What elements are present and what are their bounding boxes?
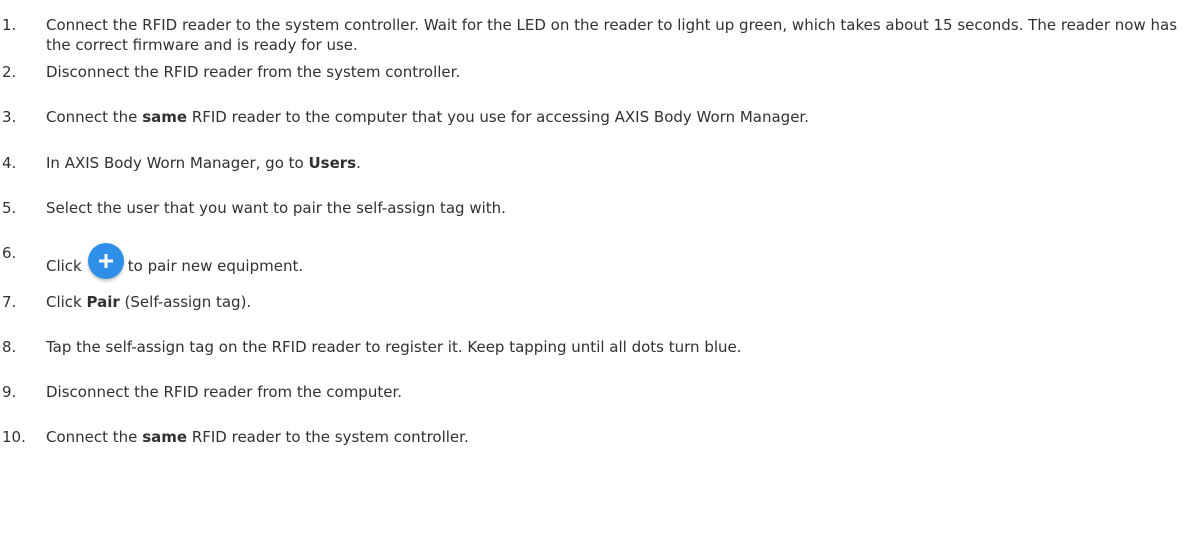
step-text: Tap the self-assign tag on the RFID read… — [46, 337, 1186, 357]
ui-term: Users — [308, 154, 357, 172]
text-run: Connect the — [46, 108, 143, 126]
text-run: (Self-assign tag). — [119, 293, 252, 311]
ui-term: same — [142, 428, 188, 446]
text-run: Connect the RFID reader to the system co… — [46, 16, 1178, 54]
text-run: Disconnect the RFID reader from the syst… — [46, 63, 461, 81]
step-text: Click to pair new equipment. — [46, 243, 1186, 279]
step-text: Connect the same RFID reader to the comp… — [46, 107, 1186, 127]
text-run: Select the user that you want to pair th… — [46, 199, 506, 217]
step-text: Connect the RFID reader to the system co… — [46, 15, 1186, 55]
text-run: Click — [46, 257, 82, 275]
text-run: RFID reader to the computer that you use… — [187, 108, 809, 126]
add-equipment-plus-icon — [87, 243, 124, 279]
step-text: In AXIS Body Worn Manager, go to Users. — [46, 153, 1186, 173]
ui-term: Pair — [86, 293, 120, 311]
step-number: 8. — [2, 338, 17, 356]
text-run: RFID reader to the system controller. — [187, 428, 469, 446]
step-number: 10. — [2, 428, 26, 446]
step-number: 7. — [2, 293, 17, 311]
text-run: Disconnect the RFID reader from the comp… — [46, 383, 403, 401]
text-run: Tap the self-assign tag on the RFID read… — [46, 338, 742, 356]
text-run: Click — [46, 293, 87, 311]
text-run: Connect the — [46, 428, 143, 446]
step-number: 5. — [2, 199, 17, 217]
step-text: Disconnect the RFID reader from the comp… — [46, 382, 1186, 402]
step-number: 3. — [2, 108, 17, 126]
step-number: 1. — [2, 16, 17, 34]
step-text: Disconnect the RFID reader from the syst… — [46, 62, 1186, 82]
ui-term: same — [142, 108, 188, 126]
step-text: Connect the same RFID reader to the syst… — [46, 427, 1186, 447]
step-text: Click Pair (Self-assign tag). — [46, 292, 1186, 312]
text-run: . — [356, 154, 361, 172]
text-run: In AXIS Body Worn Manager, go to — [46, 154, 309, 172]
step-number: 9. — [2, 383, 17, 401]
step-text: Select the user that you want to pair th… — [46, 198, 1186, 218]
step-number: 2. — [2, 63, 17, 81]
step-number: 6. — [2, 244, 17, 262]
step-number: 4. — [2, 154, 17, 172]
text-run: to pair new equipment. — [127, 257, 304, 275]
